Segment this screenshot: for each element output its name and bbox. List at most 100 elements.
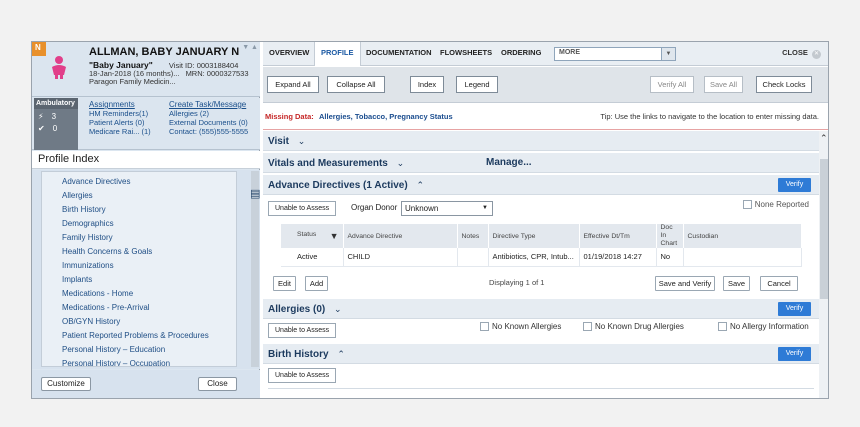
- birth-history-header[interactable]: Birth History ⌃ Verify: [263, 344, 819, 364]
- manage-link[interactable]: Manage...: [486, 153, 532, 173]
- profile-index-item[interactable]: Medications - Home: [42, 287, 236, 301]
- scrollbar-thumb[interactable]: [820, 159, 828, 299]
- visit-header[interactable]: Visit ⌄: [263, 131, 819, 151]
- add-button[interactable]: Add: [305, 276, 328, 291]
- patient-mrn: MRN: 0000327533: [185, 69, 249, 78]
- profile-index-item[interactable]: Personal History – Education: [42, 343, 236, 357]
- organ-donor-label: Organ Donor: [351, 203, 398, 212]
- filter-icon[interactable]: ▼: [330, 231, 339, 241]
- chevron-down-icon: ▼: [661, 48, 675, 60]
- check-locks-button[interactable]: Check Locks: [756, 76, 812, 93]
- column-header[interactable]: Custodian: [683, 224, 802, 248]
- column-header[interactable]: Effective Dt/Tm: [579, 224, 657, 248]
- birth-history-section: Birth History ⌃ Verify Unable to Assess: [263, 344, 819, 398]
- customize-button[interactable]: Customize: [41, 377, 91, 391]
- hm-reminders-link[interactable]: HM Reminders(1): [89, 109, 148, 118]
- patient-alerts-link[interactable]: Patient Alerts (0): [89, 118, 144, 127]
- chevron-up-icon: ⌃: [416, 180, 425, 190]
- tab-profile[interactable]: PROFILE: [314, 42, 361, 66]
- table-row[interactable]: Active CHILD Antibiotics, CPR, Intub... …: [281, 248, 802, 267]
- profile-index-item[interactable]: Birth History: [42, 203, 236, 217]
- unable-to-assess-button[interactable]: Unable to Assess: [268, 368, 337, 383]
- close-button[interactable]: Close: [198, 377, 237, 391]
- expand-all-button[interactable]: Expand All: [267, 76, 319, 93]
- advance-directives-header[interactable]: Advance Directives (1 Active) ⌃ Verify: [263, 175, 819, 195]
- save-button[interactable]: Save: [723, 276, 750, 291]
- close-tab-button[interactable]: CLOSE ✕: [782, 48, 821, 59]
- external-documents-link[interactable]: External Documents (0): [169, 118, 248, 127]
- legend-button[interactable]: Legend: [456, 76, 498, 93]
- profile-index-item[interactable]: Allergies: [42, 189, 236, 203]
- column-header[interactable]: Directive Type: [488, 224, 580, 248]
- vitals-title: Vitals and Measurements: [268, 158, 388, 169]
- unable-to-assess-button[interactable]: Unable to Assess: [268, 323, 337, 338]
- left-panel: N ALLMAN, BABY JANUARY N "Baby January" …: [32, 42, 260, 398]
- verify-button[interactable]: Verify: [778, 302, 811, 316]
- index-button[interactable]: Index: [410, 76, 444, 93]
- panel-scrollbar[interactable]: [251, 171, 259, 367]
- none-reported-checkbox[interactable]: None Reported: [742, 200, 809, 210]
- banner-scroll-icon[interactable]: ▼ ▲: [242, 44, 258, 51]
- tab-ordering[interactable]: ORDERING: [495, 42, 547, 66]
- cancel-button[interactable]: Cancel: [760, 276, 798, 291]
- birth-history-body: [268, 388, 814, 398]
- allergies-header[interactable]: Allergies (0) ⌄ Verify: [263, 299, 819, 319]
- verify-button[interactable]: Verify: [778, 178, 811, 192]
- tab-flowsheets[interactable]: FLOWSHEETS: [434, 42, 498, 66]
- profile-index-item[interactable]: OB/GYN History: [42, 315, 236, 329]
- vitals-header[interactable]: Vitals and Measurements ⌄ Manage...: [263, 153, 819, 173]
- toolbar: Expand All Collapse All Index Legend Ver…: [263, 67, 828, 103]
- table-cell: Active: [281, 248, 344, 267]
- column-header[interactable]: Doc In Chart: [656, 224, 684, 248]
- profile-index-item[interactable]: Health Concerns & Goals: [42, 245, 236, 259]
- visit-section: Visit ⌄: [263, 131, 819, 151]
- profile-index-item[interactable]: Personal History – Occupation: [42, 357, 236, 366]
- verify-button[interactable]: Verify: [778, 347, 811, 361]
- create-task-link[interactable]: Create Task/Message: [169, 100, 246, 109]
- organ-donor-select[interactable]: Unknown ▼: [401, 201, 493, 216]
- ambulatory-right-column: Create Task/Message Allergies (2) Extern…: [169, 100, 248, 136]
- allergies-link[interactable]: Allergies (2): [169, 109, 209, 118]
- panel-divider[interactable]: [260, 42, 262, 398]
- assignments-link[interactable]: Assignments: [89, 100, 135, 109]
- advance-directives-table: Status ▼ Advance Directive Notes Directiv…: [281, 224, 802, 267]
- profile-index-item[interactable]: Immunizations: [42, 259, 236, 273]
- profile-index-title: Profile Index: [32, 151, 260, 169]
- scroll-up-icon[interactable]: ⌃: [820, 133, 828, 144]
- profile-index-item[interactable]: Implants: [42, 273, 236, 287]
- app-window: N ALLMAN, BABY JANUARY N "Baby January" …: [31, 41, 829, 399]
- flag-badge: N: [32, 42, 46, 56]
- collapse-all-button[interactable]: Collapse All: [327, 76, 385, 93]
- profile-index-item[interactable]: Family History: [42, 231, 236, 245]
- checks-row[interactable]: ✔ 0: [34, 121, 78, 133]
- column-header[interactable]: Notes: [457, 224, 489, 248]
- list-icon[interactable]: ▤: [250, 187, 260, 200]
- save-all-button[interactable]: Save All: [704, 76, 743, 93]
- lightning-icon: ⚡: [38, 112, 44, 121]
- no-allergy-information-checkbox[interactable]: No Allergy Information: [718, 322, 809, 332]
- profile-index-item[interactable]: Advance Directives: [42, 175, 236, 189]
- missing-data-links[interactable]: Allergies, Tobacco, Pregnancy Status: [319, 112, 453, 121]
- edit-button[interactable]: Edit: [273, 276, 296, 291]
- tab-documentation[interactable]: DOCUMENTATION: [360, 42, 438, 66]
- tasks-count: 3: [51, 112, 57, 121]
- no-known-allergies-checkbox[interactable]: No Known Allergies: [480, 322, 561, 332]
- tab-overview[interactable]: OVERVIEW: [263, 42, 315, 66]
- verify-all-button[interactable]: Verify All: [650, 76, 694, 93]
- checkbox-icon: [718, 322, 727, 332]
- medicare-link[interactable]: Medicare Rai... (1): [89, 127, 151, 136]
- profile-index-item[interactable]: Medications - Pre-Arrival: [42, 301, 236, 315]
- save-and-verify-button[interactable]: Save and Verify: [655, 276, 715, 291]
- vitals-section: Vitals and Measurements ⌄ Manage...: [263, 153, 819, 173]
- table-cell: [457, 248, 489, 267]
- column-header[interactable]: Status ▼: [281, 224, 344, 248]
- more-dropdown[interactable]: MORE ▼: [554, 47, 676, 61]
- unable-to-assess-button[interactable]: Unable to Assess: [268, 201, 337, 216]
- profile-index-item[interactable]: Patient Reported Problems & Procedures: [42, 329, 236, 343]
- column-header[interactable]: Advance Directive: [343, 224, 458, 248]
- table-cell: No: [656, 248, 684, 267]
- tasks-row[interactable]: ⚡ 3: [34, 109, 78, 121]
- content-scrollbar[interactable]: ⌃: [819, 131, 828, 398]
- no-known-drug-allergies-checkbox[interactable]: No Known Drug Allergies: [583, 322, 684, 332]
- profile-index-item[interactable]: Demographics: [42, 217, 236, 231]
